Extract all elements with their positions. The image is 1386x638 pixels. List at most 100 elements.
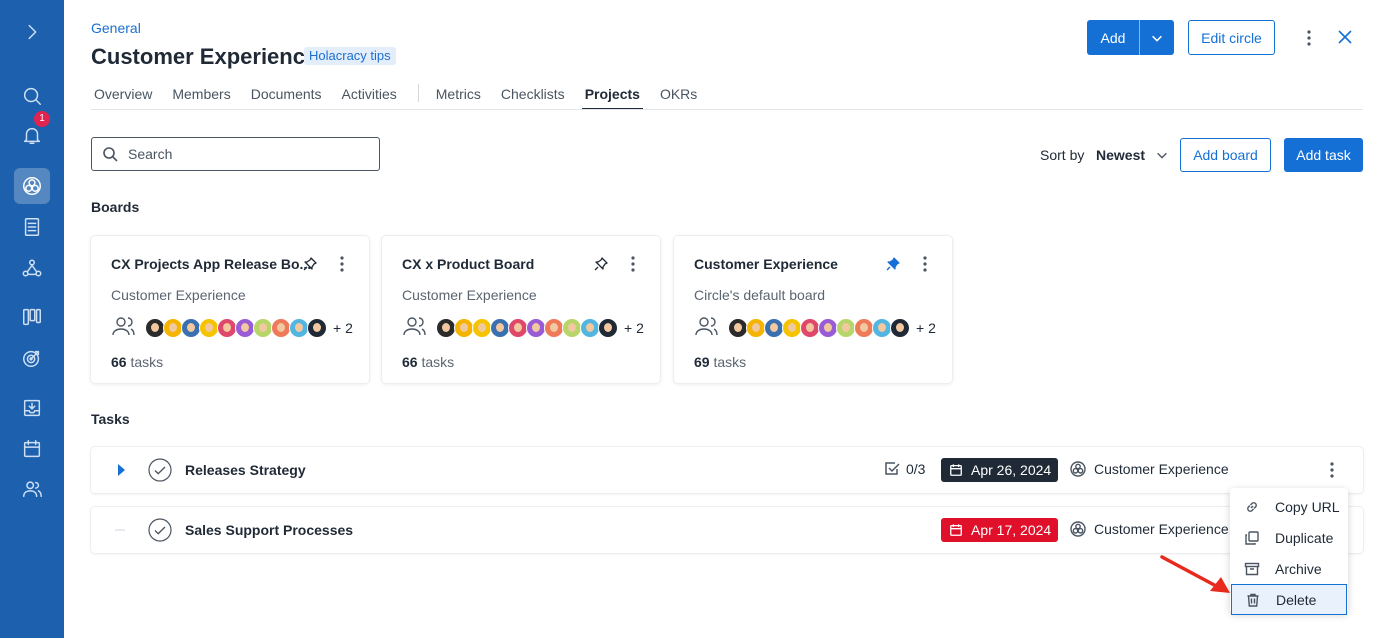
close-button[interactable] [1335,26,1355,48]
circles-icon [1070,461,1086,477]
board-options-button[interactable] [337,254,347,274]
complete-task-checkbox[interactable] [148,518,172,542]
avatar [253,318,273,338]
more-members-count: + 2 [333,320,353,336]
boards-heading: Boards [91,199,140,215]
inbox-nav-button[interactable] [14,390,50,426]
avatar [854,318,874,338]
task-title[interactable]: Releases Strategy [185,462,306,478]
tab-documents[interactable]: Documents [248,82,325,110]
menu-item-delete[interactable]: Delete [1231,584,1347,615]
board-name: Customer Experience [694,256,838,272]
board-options-button[interactable] [628,254,638,274]
avatar [235,318,255,338]
members-icon [402,316,426,341]
menu-item-archive[interactable]: Archive [1230,553,1348,584]
task-context-menu: Copy URL Duplicate Archive Delete [1230,488,1348,615]
add-task-button[interactable]: Add task [1284,138,1363,172]
close-icon [1338,30,1352,44]
tab-activities[interactable]: Activities [339,82,400,110]
calendar-icon [950,464,962,476]
avatar [800,318,820,338]
task-circle[interactable]: Customer Experience [1070,521,1229,537]
avatar-stack [436,318,618,338]
board-card[interactable]: CX Projects App Release Bo... Customer E… [91,236,369,383]
task-row[interactable]: Sales Support Processes Apr 17, 2024 Cus… [91,507,1363,553]
more-options-button[interactable] [1299,24,1319,52]
tab-metrics[interactable]: Metrics [433,82,484,110]
task-row[interactable]: Releases Strategy 0/3 Apr 26, 2024 Custo… [91,447,1363,493]
search-field[interactable] [91,137,380,171]
board-members: + 2 [694,316,936,339]
avatar [199,318,219,338]
tab-projects[interactable]: Projects [581,82,644,110]
tabs-divider [91,109,1363,110]
avatar [544,318,564,338]
overdue-date-badge[interactable]: Apr 17, 2024 [941,518,1059,542]
circles-icon [1070,521,1086,537]
board-task-count: 66 tasks [111,354,164,370]
avatar [163,318,183,338]
people-nav-button[interactable] [14,471,50,507]
search-nav-button[interactable] [14,78,50,114]
tab-members[interactable]: Members [169,82,233,110]
circles-nav-button[interactable] [14,168,50,204]
edit-circle-button[interactable]: Edit circle [1188,20,1275,55]
kebab-icon [1307,30,1311,46]
tab-divider [417,84,419,102]
document-icon [24,218,40,236]
add-dropdown-button[interactable] [1139,20,1174,55]
goals-nav-button[interactable] [14,340,50,376]
avatar [490,318,510,338]
task-title[interactable]: Sales Support Processes [185,522,353,538]
board-card[interactable]: Customer Experience Circle's default boa… [674,236,952,383]
board-options-button[interactable] [920,254,930,274]
pin-button[interactable] [593,256,609,272]
complete-task-checkbox[interactable] [148,458,172,482]
search-input[interactable] [128,146,368,162]
link-icon [1247,501,1257,512]
board-subtitle: Customer Experience [402,287,537,303]
avatar [181,318,201,338]
sort-label: Sort by [1040,147,1085,163]
notifications-nav-button[interactable]: 1 [14,111,50,153]
documents-nav-button[interactable] [14,209,50,245]
pin-button[interactable] [302,256,318,272]
menu-item-copy-url[interactable]: Copy URL [1230,491,1348,522]
holacracy-tips-tag[interactable]: Holacracy tips [304,47,396,65]
menu-item-duplicate[interactable]: Duplicate [1230,522,1348,553]
roles-nav-button[interactable] [14,250,50,286]
due-date-badge[interactable]: Apr 26, 2024 [941,458,1059,482]
expand-toggle[interactable] [115,463,127,477]
task-options-button[interactable] [1327,461,1337,479]
task-circle[interactable]: Customer Experience [1070,461,1229,477]
tab-checklists[interactable]: Checklists [498,82,568,110]
tab-overview[interactable]: Overview [91,82,155,110]
tab-okrs[interactable]: OKRs [657,82,700,110]
calendar-nav-button[interactable] [14,431,50,467]
notification-badge: 1 [34,111,50,127]
page-title: Customer Experience [91,44,318,69]
inbox-icon [23,399,41,417]
avatar [818,318,838,338]
more-members-count: + 2 [916,320,936,336]
pin-button[interactable] [885,256,901,272]
expand-sidebar-button[interactable] [14,14,50,50]
breadcrumb[interactable]: General [91,20,141,36]
avatar [472,318,492,338]
add-board-button[interactable]: Add board [1180,138,1271,172]
avatar [580,318,600,338]
board-subtitle: Customer Experience [111,287,246,303]
avatar [764,318,784,338]
sort-dropdown[interactable]: Newest [1096,147,1169,163]
avatar [836,318,856,338]
board-card[interactable]: CX x Product Board Customer Experience +… [382,236,660,383]
board-members: + 2 [402,316,644,341]
search-icon [103,147,118,162]
members-icon [111,316,135,341]
boards-nav-button[interactable] [14,299,50,335]
avatar [746,318,766,338]
target-icon [23,350,40,367]
add-button[interactable]: Add [1087,20,1139,55]
avatar [289,318,309,338]
